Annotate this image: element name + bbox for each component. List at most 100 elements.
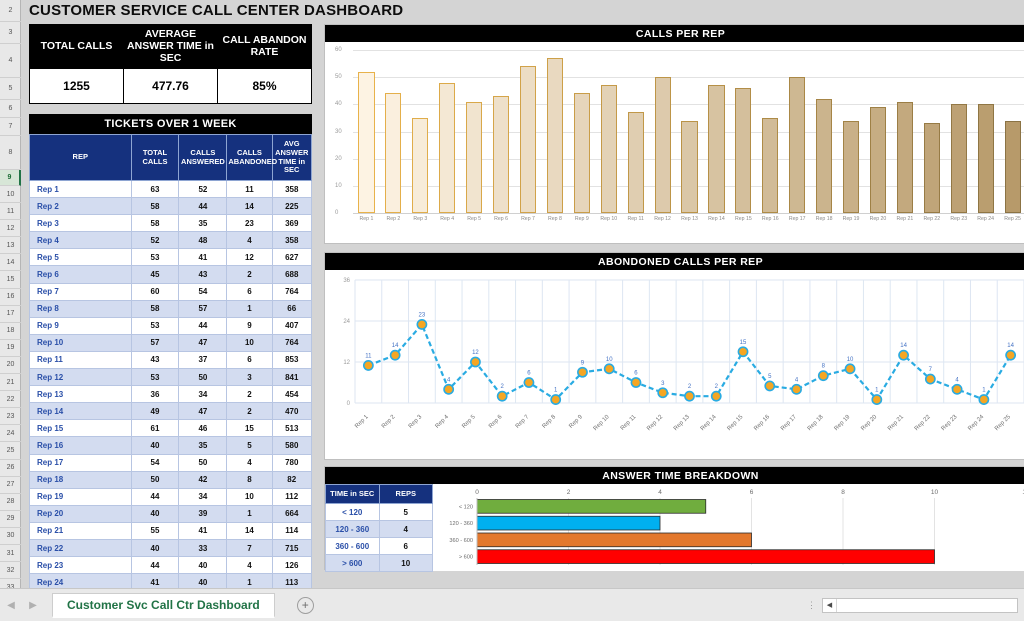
table-row[interactable]: Rep 2 58 44 14 225 [29, 197, 312, 216]
table-row[interactable]: Rep 1 63 52 11 358 [29, 179, 312, 199]
row-header-29[interactable]: 29 [0, 511, 21, 528]
tickets-cell: 8 [226, 470, 273, 489]
worksheet-canvas[interactable]: CUSTOMER SERVICE CALL CENTER DASHBOARD T… [21, 0, 1024, 609]
tickets-cell: 6 [226, 350, 273, 370]
tickets-cell: 10 [226, 487, 273, 506]
calls-chart-bar-column: Rep 10 [595, 50, 622, 222]
tickets-rep-name: Rep 8 [29, 299, 132, 318]
calls-per-rep-chart[interactable]: CALLS PER REP 0 10 20 30 40 50 60 Rep 1 Rep 2 Rep… [324, 24, 1024, 244]
sheet-tab-bar[interactable]: ◀ ▶ Customer Svc Call Ctr Dashboard + ⋮ … [0, 588, 1024, 621]
row-header-9[interactable]: 9 [0, 170, 21, 186]
calls-chart-bar-column: Rep 15 [730, 50, 757, 222]
row-header-20[interactable]: 20 [0, 357, 21, 375]
tickets-header-row: REP TOTAL CALLS CALLS ANSWERED CALLS ABANDO… [29, 134, 312, 181]
row-header-22[interactable]: 22 [0, 391, 21, 409]
tickets-rep-name: Rep 3 [29, 214, 132, 233]
table-row[interactable]: Rep 19 44 34 10 112 [29, 487, 312, 506]
table-row[interactable]: Rep 5 53 41 12 627 [29, 248, 312, 267]
next-sheet-arrow-icon[interactable]: ▶ [22, 594, 44, 616]
row-header-7[interactable]: 7 [0, 118, 21, 136]
row-header-10[interactable]: 10 [0, 186, 21, 204]
row-header-18[interactable]: 18 [0, 323, 21, 340]
answer-time-row[interactable]: 360 - 600 6 [325, 537, 433, 555]
row-header-19[interactable]: 19 [0, 340, 21, 357]
row-header-3[interactable]: 3 [0, 22, 21, 44]
row-header-23[interactable]: 23 [0, 408, 21, 426]
row-header-5[interactable]: 5 [0, 78, 21, 100]
row-header-24[interactable]: 24 [0, 425, 21, 443]
row-header-6[interactable]: 6 [0, 100, 21, 118]
table-row[interactable]: Rep 13 36 34 2 454 [29, 385, 312, 404]
row-header-13[interactable]: 13 [0, 237, 21, 255]
abandoned-calls-chart[interactable]: ABONDONED CALLS PER REP 0 12 24 36 11 Rep 1 14… [324, 252, 1024, 460]
tickets-rep-name: Rep 1 [29, 179, 132, 199]
table-row[interactable]: Rep 18 50 42 8 82 [29, 470, 312, 489]
table-row[interactable]: Rep 14 49 47 2 470 [29, 402, 312, 421]
abandoned-calls-chart-title: ABONDONED CALLS PER REP [325, 253, 1024, 270]
row-header-32[interactable]: 32 [0, 562, 21, 580]
row-header-8[interactable]: 8 [0, 136, 21, 170]
tickets-cell: 54 [178, 282, 228, 301]
table-row[interactable]: Rep 17 54 50 4 780 [29, 453, 312, 472]
tickets-cell: 40 [178, 556, 228, 575]
previous-sheet-arrow-icon[interactable]: ◀ [0, 594, 22, 616]
table-row[interactable]: Rep 16 40 35 5 580 [29, 436, 312, 455]
answer-time-row[interactable]: 120 - 360 4 [325, 520, 433, 538]
tickets-cell: 55 [130, 521, 180, 540]
table-row[interactable]: Rep 3 58 35 23 369 [29, 214, 312, 233]
tickets-cell: 470 [271, 402, 312, 421]
svg-text:Rep 8: Rep 8 [542, 414, 558, 430]
table-row[interactable]: Rep 22 40 33 7 715 [29, 538, 312, 558]
tickets-cell: 39 [178, 504, 228, 523]
row-header-17[interactable]: 17 [0, 306, 21, 323]
table-row[interactable]: Rep 7 60 54 6 764 [29, 282, 312, 301]
add-sheet-icon[interactable]: + [296, 596, 314, 614]
row-header-gutter[interactable]: 2 3 4 5 6 7 8 9 10 11 12 13 14 15 16 17 18 19 20 21 22 23 24 25… [0, 0, 21, 621]
scroll-left-arrow-icon[interactable]: ◀ [823, 598, 837, 612]
table-row[interactable]: Rep 10 57 47 10 764 [29, 333, 312, 352]
row-header-11[interactable]: 11 [0, 203, 21, 221]
horizontal-scrollbar[interactable]: ◀ [822, 597, 1018, 613]
table-row[interactable]: Rep 23 44 40 4 126 [29, 556, 312, 575]
answer-time-row[interactable]: < 120 5 [325, 503, 433, 521]
answer-time-breakdown-chart[interactable]: ANSWER TIME BREAKDOWN TIME in SEC REPS <… [324, 466, 1024, 572]
calls-chart-x-tick: Rep 5 [467, 216, 482, 222]
row-header-14[interactable]: 14 [0, 254, 21, 272]
sheet-tab-customer-svc-call-ctr-dashboard[interactable]: Customer Svc Call Ctr Dashboard [52, 592, 275, 618]
table-row[interactable]: Rep 12 53 50 3 841 [29, 368, 312, 387]
row-header-30[interactable]: 30 [0, 528, 21, 545]
calls-chart-y-tick-60: 60 [335, 47, 342, 53]
row-header-28[interactable]: 28 [0, 494, 21, 511]
tickets-cell: 1 [226, 299, 273, 318]
row-header-12[interactable]: 12 [0, 220, 21, 238]
tickets-cell: 7 [226, 538, 273, 558]
calls-chart-x-tick: Rep 4 [440, 216, 455, 222]
table-row[interactable]: Rep 20 40 39 1 664 [29, 504, 312, 523]
row-header-21[interactable]: 21 [0, 374, 21, 392]
row-header-15[interactable]: 15 [0, 271, 21, 289]
table-row[interactable]: Rep 11 43 37 6 853 [29, 350, 312, 370]
answer-time-row[interactable]: > 600 10 [325, 554, 433, 572]
row-header-4[interactable]: 4 [0, 44, 21, 78]
table-row[interactable]: Rep 6 45 43 2 688 [29, 265, 312, 284]
table-row[interactable]: Rep 21 55 41 14 114 [29, 521, 312, 540]
row-header-2[interactable]: 2 [0, 0, 21, 22]
calls-chart-y-tick-40: 40 [335, 101, 342, 108]
row-header-26[interactable]: 26 [0, 460, 21, 477]
calls-chart-bar-column: Rep 8 [541, 50, 568, 222]
calls-chart-bar [842, 120, 860, 213]
row-header-25[interactable]: 25 [0, 442, 21, 460]
row-header-16[interactable]: 16 [0, 289, 21, 306]
table-row[interactable]: Rep 8 58 57 1 66 [29, 299, 312, 318]
row-header-27[interactable]: 27 [0, 477, 21, 494]
tickets-rep-name: Rep 9 [29, 316, 132, 335]
tickets-rep-name: Rep 22 [29, 538, 132, 558]
split-handle-icon[interactable]: ⋮ [807, 600, 816, 611]
tickets-cell: 54 [130, 453, 180, 472]
table-row[interactable]: Rep 4 52 48 4 358 [29, 231, 312, 250]
table-row[interactable]: Rep 15 61 46 15 513 [29, 419, 312, 438]
svg-text:0: 0 [347, 401, 351, 407]
horizontal-scroll-track[interactable] [837, 598, 1017, 612]
row-header-31[interactable]: 31 [0, 545, 21, 563]
table-row[interactable]: Rep 9 53 44 9 407 [29, 316, 312, 335]
